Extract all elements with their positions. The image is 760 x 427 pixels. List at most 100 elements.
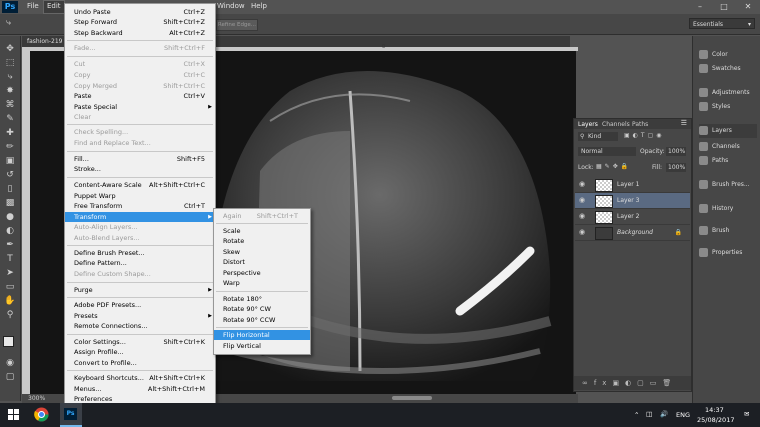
visibility-eye-icon[interactable]: ◉ [579,193,585,208]
menu-file[interactable]: File [27,2,39,10]
menu-window[interactable]: Window [217,2,245,10]
layers-panel-footer[interactable]: ∞fx▣◐▢▭🗑 [574,376,691,390]
clock-time[interactable]: 14:37 [705,406,724,414]
edit-menu-item[interactable]: Content-Aware Scale Alt+Shift+Ctrl+C [65,180,215,190]
side-panel-button[interactable]: Brush [699,224,729,238]
horizontal-scrollbar[interactable] [392,396,432,400]
tab-channels[interactable]: Channels [602,121,630,128]
foreground-color-swatch[interactable] [3,336,14,347]
transform-menu-item[interactable]: Warp [214,278,310,288]
side-panel-button[interactable]: Paths [699,154,728,168]
transform-menu-item[interactable]: Skew [214,247,310,257]
edit-menu-item[interactable]: Find and Replace Text... [65,138,215,148]
transform-menu-item[interactable]: Scale [214,226,310,236]
move-tool-icon[interactable]: ✥ [4,44,16,54]
transform-menu-item[interactable]: Rotate 180° [214,294,310,304]
zoom-tool-icon[interactable]: ⚲ [4,310,16,320]
edit-menu-item[interactable]: Keyboard Shortcuts... Alt+Shift+Ctrl+K [65,373,215,383]
minimize-icon[interactable]: – [688,0,712,14]
transform-menu-item[interactable]: Flip Horizontal [214,330,310,340]
edit-menu-item[interactable]: Cut Ctrl+X [65,59,215,69]
edit-menu-item[interactable]: Clear [65,112,215,122]
transform-menu-item[interactable]: Flip Vertical [214,341,310,351]
quick-select-tool-icon[interactable]: ✸ [4,86,16,96]
transform-menu-item[interactable]: Distort [214,257,310,267]
layer-row[interactable]: ◉ Background 🔒 [575,225,690,241]
opacity-input[interactable]: 100% [666,147,686,156]
edit-menu-item[interactable]: Auto-Align Layers... [65,222,215,232]
panel-menu-icon[interactable]: ☰ [681,119,687,127]
healing-tool-icon[interactable]: ✚ [4,128,16,138]
side-panel-button[interactable]: Color [699,48,728,62]
edit-menu-item[interactable]: Purge ▶ [65,285,215,295]
tray-chevron-icon[interactable]: ⌃ [634,411,639,419]
edit-menu-item[interactable]: Copy Merged Shift+Ctrl+C [65,81,215,91]
maximize-icon[interactable]: □ [712,0,736,14]
filter-icons[interactable]: ▣◐T▢◉ [624,132,684,141]
notifications-icon[interactable]: ✉ [744,410,749,418]
quick-mask-icon[interactable]: ◉ [4,358,16,368]
edit-menu-item[interactable]: Check Spelling... [65,127,215,137]
edit-menu-item[interactable]: Define Brush Preset... [65,248,215,258]
tab-layers[interactable]: Layers [578,121,598,128]
lasso-preset-icon[interactable]: ⤷ [6,18,22,29]
refine-edge-button[interactable]: Refine Edge... [216,19,258,31]
history-brush-tool-icon[interactable]: ↺ [4,170,16,180]
network-icon[interactable]: ◫ [646,410,652,418]
blur-tool-icon[interactable]: ● [4,212,16,222]
transform-menu-item[interactable]: Rotate 90° CCW [214,315,310,325]
side-panel-button[interactable]: Layers [699,124,757,138]
edit-menu-item[interactable]: Menus... Alt+Shift+Ctrl+M [65,384,215,394]
visibility-eye-icon[interactable]: ◉ [579,225,585,240]
visibility-eye-icon[interactable]: ◉ [579,209,585,224]
layer-row[interactable]: ◉ Layer 2 [575,209,690,225]
edit-menu-item[interactable]: Define Pattern... [65,258,215,268]
side-panel-button[interactable]: History [699,202,733,216]
clock-date[interactable]: 25/08/2017 [697,416,734,424]
transform-menu-item[interactable]: Rotate 90° CW [214,304,310,314]
side-panel-button[interactable]: Adjustments [699,86,750,100]
edit-menu-item[interactable]: Define Custom Shape... [65,269,215,279]
eraser-tool-icon[interactable]: ▯ [4,184,16,194]
shape-tool-icon[interactable]: ▭ [4,282,16,292]
photoshop-taskbar-button[interactable]: Ps [60,403,82,427]
edit-menu-item[interactable]: Convert to Profile... [65,358,215,368]
fill-input[interactable]: 100% [666,163,686,172]
pen-tool-icon[interactable]: ✒ [4,240,16,250]
edit-menu-item[interactable]: Color Settings... Shift+Ctrl+K [65,337,215,347]
edit-menu-item[interactable]: Assign Profile... [65,347,215,357]
edit-menu-item[interactable]: Puppet Warp [65,191,215,201]
filter-kind-select[interactable]: ⚲ Kind [578,132,618,141]
edit-menu-item[interactable]: Paste Ctrl+V [65,91,215,101]
edit-menu-item[interactable]: Step Forward Shift+Ctrl+Z [65,17,215,27]
edit-menu-item[interactable]: Adobe PDF Presets... [65,300,215,310]
marquee-tool-icon[interactable]: ⬚ [4,58,16,68]
type-tool-icon[interactable]: T [4,254,16,264]
edit-menu-item[interactable]: Remote Connections... [65,321,215,331]
visibility-eye-icon[interactable]: ◉ [579,177,585,192]
volume-icon[interactable]: 🔊 [660,410,668,418]
brush-tool-icon[interactable]: ✏ [4,142,16,152]
blend-mode-select[interactable]: Normal [578,147,636,156]
tab-paths[interactable]: Paths [632,121,648,128]
lock-icons[interactable]: ▦✎✥🔒 [596,163,636,172]
menu-help[interactable]: Help [251,2,267,10]
transform-menu-item[interactable]: Again Shift+Ctrl+T [214,211,310,221]
edit-menu-item[interactable]: Paste Special ▶ [65,102,215,112]
side-panel-button[interactable]: Swatches [699,62,741,76]
screen-mode-icon[interactable]: ▢ [4,372,16,382]
edit-menu-item[interactable]: Free Transform Ctrl+T [65,201,215,211]
transform-menu-item[interactable]: Rotate [214,236,310,246]
input-language[interactable]: ENG [676,411,690,419]
close-icon[interactable]: ✕ [736,0,760,14]
side-panel-button[interactable]: Styles [699,100,730,114]
windows-start-icon[interactable] [8,409,19,420]
stamp-tool-icon[interactable]: ▣ [4,156,16,166]
hand-tool-icon[interactable]: ✋ [4,296,16,306]
lasso-tool-icon[interactable]: ⤷ [4,72,16,82]
layer-row[interactable]: ◉ Layer 3 [575,193,690,209]
edit-menu-item[interactable]: Step Backward Alt+Ctrl+Z [65,28,215,38]
edit-menu-item[interactable]: Fade... Shift+Ctrl+F [65,43,215,53]
side-panel-button[interactable]: Properties [699,246,742,260]
edit-menu-item[interactable]: Fill... Shift+F5 [65,154,215,164]
